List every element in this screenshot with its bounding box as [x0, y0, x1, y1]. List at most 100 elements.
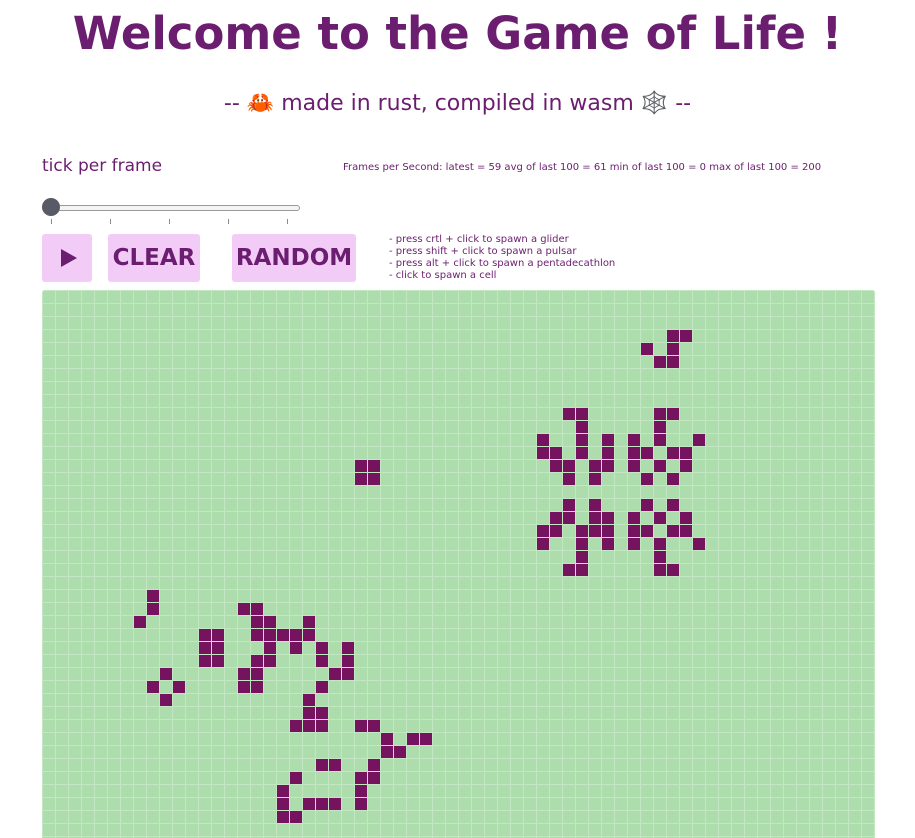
- alive-cell[interactable]: [576, 408, 588, 420]
- alive-cell[interactable]: [602, 512, 614, 524]
- alive-cell[interactable]: [628, 434, 640, 446]
- play-button[interactable]: [42, 234, 92, 282]
- slider-track[interactable]: [42, 205, 300, 211]
- alive-cell[interactable]: [654, 408, 666, 420]
- alive-cell[interactable]: [303, 798, 315, 810]
- alive-cell[interactable]: [173, 681, 185, 693]
- alive-cell[interactable]: [329, 798, 341, 810]
- alive-cell[interactable]: [303, 629, 315, 641]
- alive-cell[interactable]: [420, 733, 432, 745]
- alive-cell[interactable]: [654, 551, 666, 563]
- alive-cell[interactable]: [160, 694, 172, 706]
- alive-cell[interactable]: [303, 694, 315, 706]
- alive-cell[interactable]: [641, 473, 653, 485]
- alive-cell[interactable]: [251, 668, 263, 680]
- alive-cell[interactable]: [316, 720, 328, 732]
- alive-cell[interactable]: [277, 785, 289, 797]
- alive-cell[interactable]: [641, 447, 653, 459]
- alive-cell[interactable]: [680, 330, 692, 342]
- alive-cell[interactable]: [667, 473, 679, 485]
- alive-cell[interactable]: [238, 603, 250, 615]
- alive-cell[interactable]: [667, 356, 679, 368]
- alive-cell[interactable]: [355, 798, 367, 810]
- alive-cell[interactable]: [355, 720, 367, 732]
- alive-cell[interactable]: [563, 408, 575, 420]
- alive-cell[interactable]: [147, 590, 159, 602]
- alive-cell[interactable]: [329, 759, 341, 771]
- alive-cell[interactable]: [368, 772, 380, 784]
- alive-cell[interactable]: [589, 499, 601, 511]
- alive-cell[interactable]: [368, 720, 380, 732]
- alive-cell[interactable]: [316, 798, 328, 810]
- alive-cell[interactable]: [576, 538, 588, 550]
- alive-cell[interactable]: [316, 642, 328, 654]
- alive-cell[interactable]: [667, 343, 679, 355]
- alive-cell[interactable]: [654, 434, 666, 446]
- alive-cell[interactable]: [329, 668, 341, 680]
- alive-cell[interactable]: [199, 629, 211, 641]
- game-board-canvas[interactable]: [42, 290, 875, 838]
- alive-cell[interactable]: [212, 642, 224, 654]
- alive-cell[interactable]: [303, 707, 315, 719]
- alive-cell[interactable]: [667, 499, 679, 511]
- alive-cell[interactable]: [628, 525, 640, 537]
- alive-cell[interactable]: [264, 655, 276, 667]
- alive-cell[interactable]: [589, 473, 601, 485]
- game-board[interactable]: [42, 290, 875, 838]
- alive-cell[interactable]: [264, 629, 276, 641]
- alive-cell[interactable]: [680, 460, 692, 472]
- alive-cell[interactable]: [303, 616, 315, 628]
- alive-cell[interactable]: [355, 772, 367, 784]
- alive-cell[interactable]: [654, 512, 666, 524]
- alive-cell[interactable]: [394, 746, 406, 758]
- alive-cell[interactable]: [251, 629, 263, 641]
- alive-cell[interactable]: [290, 811, 302, 823]
- alive-cell[interactable]: [563, 460, 575, 472]
- alive-cell[interactable]: [628, 460, 640, 472]
- alive-cell[interactable]: [602, 447, 614, 459]
- alive-cell[interactable]: [589, 525, 601, 537]
- alive-cell[interactable]: [667, 330, 679, 342]
- alive-cell[interactable]: [576, 564, 588, 576]
- alive-cell[interactable]: [160, 668, 172, 680]
- clear-button[interactable]: CLEAR: [108, 234, 200, 282]
- alive-cell[interactable]: [654, 421, 666, 433]
- alive-cell[interactable]: [667, 564, 679, 576]
- alive-cell[interactable]: [368, 759, 380, 771]
- alive-cell[interactable]: [355, 460, 367, 472]
- alive-cell[interactable]: [563, 512, 575, 524]
- alive-cell[interactable]: [342, 668, 354, 680]
- alive-cell[interactable]: [576, 421, 588, 433]
- alive-cell[interactable]: [589, 460, 601, 472]
- alive-cell[interactable]: [576, 551, 588, 563]
- alive-cell[interactable]: [550, 512, 562, 524]
- alive-cell[interactable]: [589, 512, 601, 524]
- alive-cell[interactable]: [212, 629, 224, 641]
- alive-cell[interactable]: [290, 642, 302, 654]
- tick-per-frame-slider[interactable]: [42, 197, 300, 227]
- alive-cell[interactable]: [667, 525, 679, 537]
- alive-cell[interactable]: [576, 447, 588, 459]
- alive-cell[interactable]: [550, 447, 562, 459]
- alive-cell[interactable]: [641, 499, 653, 511]
- alive-cell[interactable]: [277, 629, 289, 641]
- alive-cell[interactable]: [381, 733, 393, 745]
- alive-cell[interactable]: [316, 681, 328, 693]
- alive-cell[interactable]: [654, 460, 666, 472]
- alive-cell[interactable]: [680, 447, 692, 459]
- alive-cell[interactable]: [251, 616, 263, 628]
- alive-cell[interactable]: [251, 655, 263, 667]
- alive-cell[interactable]: [576, 525, 588, 537]
- alive-cell[interactable]: [654, 564, 666, 576]
- alive-cell[interactable]: [628, 512, 640, 524]
- alive-cell[interactable]: [134, 616, 146, 628]
- alive-cell[interactable]: [537, 434, 549, 446]
- alive-cell[interactable]: [199, 655, 211, 667]
- alive-cell[interactable]: [316, 655, 328, 667]
- alive-cell[interactable]: [628, 538, 640, 550]
- alive-cell[interactable]: [550, 460, 562, 472]
- alive-cell[interactable]: [602, 525, 614, 537]
- alive-cell[interactable]: [602, 434, 614, 446]
- alive-cell[interactable]: [147, 681, 159, 693]
- alive-cell[interactable]: [147, 603, 159, 615]
